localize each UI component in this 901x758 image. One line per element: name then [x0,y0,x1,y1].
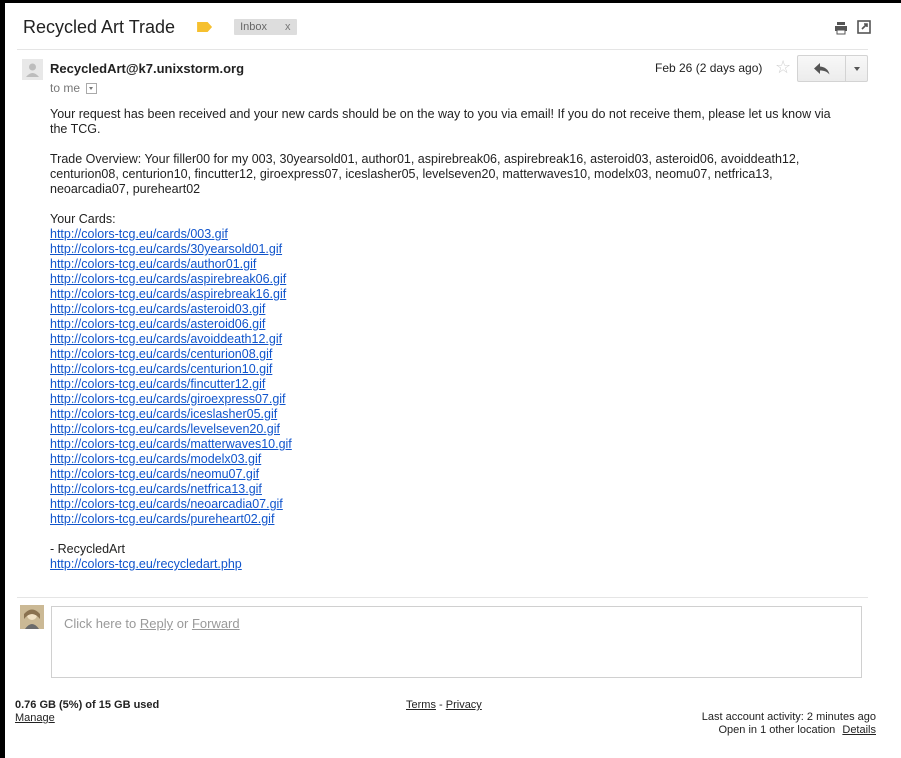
window-frame-top [0,0,901,3]
card-link[interactable]: http://colors-tcg.eu/cards/modelx03.gif [50,452,850,467]
card-link[interactable]: http://colors-tcg.eu/cards/matterwaves10… [50,437,850,452]
reply-link[interactable]: Reply [140,616,173,631]
footer-separator: - [439,699,443,711]
card-link[interactable]: http://colors-tcg.eu/cards/author01.gif [50,257,850,272]
forward-link[interactable]: Forward [192,616,240,631]
open-in-text: Open in 1 other location [718,724,836,736]
window-frame-left [0,0,5,758]
new-window-icon[interactable] [857,20,871,34]
reply-or-text: or [176,616,189,631]
card-link[interactable]: http://colors-tcg.eu/cards/centurion10.g… [50,362,850,377]
card-link[interactable]: http://colors-tcg.eu/cards/asteroid03.gi… [50,302,850,317]
trade-overview-paragraph: Trade Overview: Your filler00 for my 003… [50,152,800,196]
card-link[interactable]: http://colors-tcg.eu/cards/avoiddeath12.… [50,332,850,347]
to-me-label: to me [50,81,81,95]
card-link[interactable]: http://colors-tcg.eu/cards/neomu07.gif [50,467,850,482]
card-link[interactable]: http://colors-tcg.eu/cards/pureheart02.g… [50,512,850,527]
chevron-down-icon [853,66,860,71]
print-icon[interactable] [834,21,848,35]
card-link[interactable]: http://colors-tcg.eu/cards/asteroid06.gi… [50,317,850,332]
manage-storage-link[interactable]: Manage [15,712,55,724]
privacy-link[interactable]: Privacy [446,699,482,711]
email-subject: Recycled Art Trade [23,16,176,37]
sender-avatar [22,59,43,80]
email-date: Feb 26 (2 days ago) [655,61,763,75]
email-body: Your request has been received and your … [50,107,850,572]
storage-usage: 0.76 GB (5%) of 15 GB used [15,699,160,711]
footer-links: Terms - Privacy [406,699,482,711]
card-link[interactable]: http://colors-tcg.eu/cards/giroexpress07… [50,392,850,407]
card-link[interactable]: http://colors-tcg.eu/cards/centurion08.g… [50,347,850,362]
card-link[interactable]: http://colors-tcg.eu/cards/neoarcadia07.… [50,497,850,512]
last-activity: Last account activity: 2 minutes ago [701,711,876,723]
remove-label-button[interactable]: x [285,19,291,35]
reply-arrow-icon [813,62,829,74]
reply-button-group [797,55,868,82]
star-icon[interactable]: ☆ [775,58,791,76]
reply-divider [17,597,868,598]
terms-link[interactable]: Terms [406,699,436,711]
more-actions-button[interactable] [846,55,868,82]
signature-link[interactable]: http://colors-tcg.eu/recycledart.php [50,557,242,571]
card-link[interactable]: http://colors-tcg.eu/cards/aspirebreak06… [50,272,850,287]
sender-address[interactable]: RecycledArt@k7.unixstorm.org [50,61,244,76]
card-link[interactable]: http://colors-tcg.eu/cards/netfrica13.gi… [50,482,850,497]
label-tag-icon[interactable] [197,22,213,32]
card-link[interactable]: http://colors-tcg.eu/cards/iceslasher05.… [50,407,850,422]
inbox-label-chip[interactable]: Inbox x [234,19,297,35]
card-link-list: http://colors-tcg.eu/cards/003.gif http:/… [50,227,850,527]
quick-reply-box[interactable]: Click here to Reply or Forward [51,606,862,678]
card-link[interactable]: http://colors-tcg.eu/cards/fincutter12.g… [50,377,850,392]
recipient-summary: to me [50,81,98,95]
user-avatar [20,605,44,629]
reply-prompt-prefix: Click here to [64,616,137,631]
reply-button[interactable] [797,55,846,82]
other-locations: Open in 1 other location Details [719,724,877,736]
inbox-label-text: Inbox [240,21,267,33]
card-link[interactable]: http://colors-tcg.eu/cards/levelseven20.… [50,422,850,437]
card-link[interactable]: http://colors-tcg.eu/cards/30yearsold01.… [50,242,850,257]
show-details-dropdown-icon[interactable] [86,82,98,94]
card-link[interactable]: http://colors-tcg.eu/cards/aspirebreak16… [50,287,850,302]
intro-paragraph: Your request has been received and your … [50,107,831,136]
subject-row: Recycled Art Trade Inbox x [23,15,297,39]
signature: - RecycledArt [50,542,126,556]
header-divider [17,49,868,50]
details-link[interactable]: Details [842,724,876,736]
reply-prompt: Click here to Reply or Forward [64,616,240,631]
card-link[interactable]: http://colors-tcg.eu/cards/003.gif [50,227,850,242]
cards-heading: Your Cards: [50,212,116,226]
